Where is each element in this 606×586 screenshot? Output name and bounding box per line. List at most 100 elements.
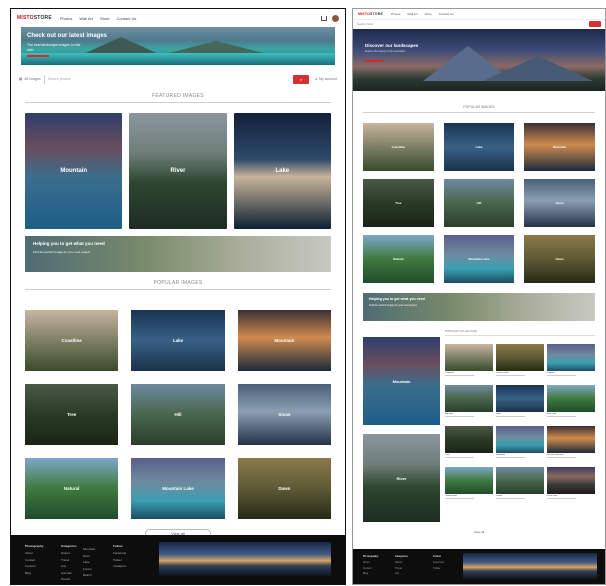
- footer-link[interactable]: Lake: [83, 560, 95, 564]
- popular-card[interactable]: Hill: [443, 179, 515, 227]
- featured-card-river[interactable]: River: [363, 434, 440, 522]
- popular-card[interactable]: Natural: [363, 235, 434, 283]
- popular-card[interactable]: Snow: [237, 384, 331, 445]
- search-input[interactable]: Search photos: [48, 77, 293, 81]
- footer-link[interactable]: About: [25, 551, 44, 555]
- popular-card[interactable]: Mountain: [524, 123, 595, 171]
- featured-card-mountain[interactable]: Mountain: [363, 337, 440, 425]
- footer-link[interactable]: People: [61, 577, 77, 581]
- popular-card[interactable]: Lake: [131, 310, 225, 371]
- footer-link[interactable]: Contact: [25, 558, 44, 562]
- footer-link[interactable]: River: [83, 554, 95, 558]
- footer-link[interactable]: Beach: [83, 573, 95, 577]
- collection-tile[interactable]: Sunset Mountain: [547, 426, 595, 458]
- featured-grid: Mountain River Lake: [25, 113, 331, 229]
- footer-link[interactable]: City: [395, 572, 408, 575]
- footer-column: Follow Facebook Twitter Instagram: [113, 544, 127, 568]
- collection-tile[interactable]: Desert Coast: [496, 344, 544, 376]
- popular-card[interactable]: Natural: [25, 458, 119, 519]
- nav-link-contact[interactable]: Contact Us: [117, 16, 137, 21]
- footer-link[interactable]: Twitter: [433, 567, 444, 570]
- nav-link-store[interactable]: Store: [100, 16, 110, 21]
- footer-link[interactable]: Careers: [25, 564, 44, 568]
- popular-grid: Coastline Lake Mountain Tree Hill Snow N…: [363, 123, 595, 283]
- site-logo[interactable]: MISTOSTORE: [358, 12, 383, 16]
- category-select[interactable]: ▦ All Images: [19, 77, 41, 81]
- featured-card-mountain[interactable]: Mountain: [25, 113, 123, 229]
- nav-link-wall-art[interactable]: Wall Art: [407, 12, 417, 16]
- footer-image: [463, 553, 597, 579]
- footer-link[interactable]: Animals: [61, 571, 77, 575]
- avatar[interactable]: [332, 14, 339, 22]
- collection-tile[interactable]: Tree: [445, 426, 493, 458]
- nav-link-store[interactable]: Store: [425, 12, 432, 16]
- banner-text: Find the perfect image for your next pro…: [369, 304, 417, 307]
- footer-link[interactable]: About: [363, 561, 378, 564]
- view-all-button[interactable]: View all: [353, 530, 605, 534]
- nav-link-photos[interactable]: Photos: [60, 16, 72, 21]
- footer-link[interactable]: Mountain: [83, 547, 95, 551]
- popular-card[interactable]: Mountain: [237, 310, 331, 371]
- promo-banner[interactable]: Helping you to get what you need Find th…: [363, 293, 595, 321]
- popular-card[interactable]: Dawn: [237, 458, 331, 519]
- footer-link[interactable]: Instagram: [113, 564, 126, 568]
- featured-card-lake[interactable]: Lake: [233, 113, 331, 229]
- grid-icon: ▦: [19, 77, 23, 81]
- search-bar: ▦ All Images Search photos ⌕ ● My accoun…: [19, 73, 337, 85]
- search-button[interactable]: [589, 21, 601, 27]
- popular-card[interactable]: Tree: [363, 179, 434, 227]
- footer-link[interactable]: Twitter: [113, 558, 126, 562]
- cart-icon[interactable]: [321, 15, 327, 21]
- footer-link[interactable]: City: [61, 564, 77, 568]
- divider: [25, 102, 331, 103]
- popular-card[interactable]: Hill: [131, 384, 225, 445]
- popular-card[interactable]: Tree: [25, 384, 119, 445]
- collection-tile[interactable]: Peaks: [496, 467, 544, 499]
- search-button[interactable]: ⌕: [292, 74, 309, 84]
- search-input[interactable]: Search photos: [357, 23, 589, 26]
- divider: [363, 112, 595, 113]
- footer-link[interactable]: Travel: [395, 567, 408, 570]
- footer-link[interactable]: Nature: [395, 561, 408, 564]
- hero-button[interactable]: [365, 60, 383, 62]
- popular-card[interactable]: Lake: [443, 123, 515, 171]
- popular-card[interactable]: Mountain Lake: [443, 235, 515, 283]
- footer-link[interactable]: Blog: [25, 571, 44, 575]
- promo-banner[interactable]: Helping you to get what you need Find th…: [25, 236, 331, 272]
- popular-card[interactable]: Coastline: [25, 310, 119, 371]
- footer-link[interactable]: Travel: [61, 558, 77, 562]
- footer-link[interactable]: Forest: [83, 567, 95, 571]
- account-link[interactable]: ● My account: [315, 77, 337, 81]
- hero-button[interactable]: [27, 55, 49, 57]
- collection-tile[interactable]: Sea Lake: [547, 385, 595, 417]
- footer-link[interactable]: Nature: [61, 551, 77, 555]
- footer-link[interactable]: Blog: [363, 572, 378, 575]
- popular-card[interactable]: Snow: [524, 179, 595, 227]
- footer-link[interactable]: Contact: [363, 567, 378, 570]
- collection-tile[interactable]: Mountain: [496, 426, 544, 458]
- collection-tile[interactable]: Lake: [496, 385, 544, 417]
- footer-link[interactable]: Facebook: [433, 561, 444, 564]
- featured-card-river[interactable]: River: [129, 113, 227, 229]
- footer-link[interactable]: Facebook: [113, 551, 126, 555]
- collection-tile[interactable]: Coastal Hills: [445, 467, 493, 499]
- footer: Photography About Contact Blog Categorie…: [353, 549, 605, 584]
- site-logo[interactable]: MISTOSTORE: [17, 15, 52, 21]
- hero-title: Check out our latest images: [27, 33, 108, 39]
- collection-tile[interactable]: Dusk Lake: [547, 467, 595, 499]
- search-icon: ⌕: [299, 76, 303, 82]
- footer-column: Categories Nature Travel City Animals Pe…: [61, 544, 77, 581]
- collection-tile[interactable]: Alp Hills: [445, 385, 493, 417]
- collection-tile[interactable]: Lagoon: [547, 344, 595, 376]
- collection-tile[interactable]: Coastline: [445, 344, 493, 376]
- hero-text: The best landscape images on the web: [27, 43, 81, 52]
- nav-link-wall-art[interactable]: Wall Art: [79, 16, 93, 21]
- nav-link-contact[interactable]: Contact Us: [439, 12, 454, 16]
- popular-card[interactable]: Mountain Lake: [131, 458, 225, 519]
- hero-banner: Check out our latest images The best lan…: [21, 27, 335, 65]
- popular-card[interactable]: Dawn: [524, 235, 595, 283]
- banner-text: Find the perfect image for your next pro…: [33, 250, 91, 254]
- nav-link-photos[interactable]: Photos: [391, 12, 400, 16]
- hero-banner: Discover our landscapes Explore the beau…: [353, 29, 605, 91]
- popular-card[interactable]: Coastline: [363, 123, 434, 171]
